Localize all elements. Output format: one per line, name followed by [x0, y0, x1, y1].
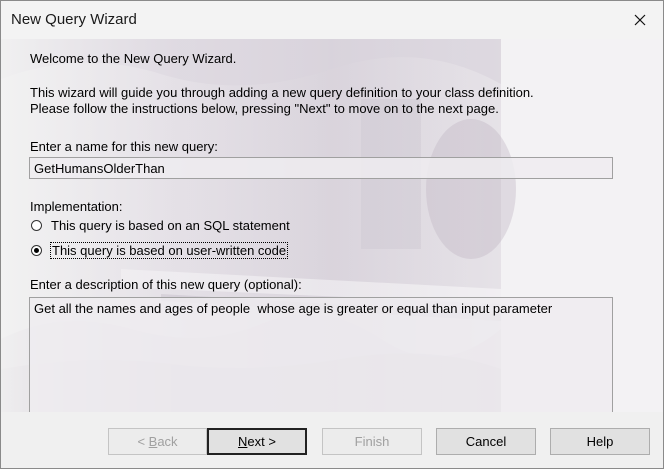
back-rest: ack [157, 434, 178, 449]
wizard-window: New Query Wizard Welcome to the New Quer… [0, 0, 664, 469]
finish-button[interactable]: Finish [322, 428, 422, 455]
radio-user-code-label: This query is based on user-written code [49, 242, 289, 259]
query-name-label: Enter a name for this new query: [30, 139, 218, 154]
close-button[interactable] [617, 1, 663, 39]
intro-line-2: Please follow the instructions below, pr… [30, 101, 499, 116]
title-bar: New Query Wizard [1, 1, 663, 39]
back-prefix: < [137, 434, 149, 449]
window-title: New Query Wizard [11, 11, 137, 28]
next-button[interactable]: Next > [207, 428, 307, 455]
help-button[interactable]: Help [550, 428, 650, 455]
back-mnemonic: B [148, 434, 158, 449]
radio-sql-label: This query is based on an SQL statement [51, 218, 290, 233]
description-textarea[interactable]: Get all the names and ages of people who… [29, 297, 613, 412]
radio-button[interactable] [31, 220, 42, 231]
query-name-input[interactable] [29, 157, 613, 179]
next-rest: ext > [247, 434, 276, 449]
wizard-content: Welcome to the New Query Wizard. This wi… [1, 39, 663, 412]
radio-user-code[interactable]: This query is based on user-written code [31, 242, 289, 259]
description-label: Enter a description of this new query (o… [30, 277, 302, 292]
welcome-text: Welcome to the New Query Wizard. [30, 51, 237, 66]
cancel-button[interactable]: Cancel [436, 428, 536, 455]
radio-sql-statement[interactable]: This query is based on an SQL statement [31, 218, 290, 233]
back-button[interactable]: < Back [108, 428, 207, 455]
intro-line-1: This wizard will guide you through addin… [30, 85, 534, 100]
next-mnemonic: N [238, 434, 248, 449]
close-icon [634, 14, 646, 26]
radio-button-checked[interactable] [31, 245, 42, 256]
button-bar: < Back Next > Finish Cancel Help [1, 412, 663, 468]
implementation-label: Implementation: [30, 199, 123, 214]
